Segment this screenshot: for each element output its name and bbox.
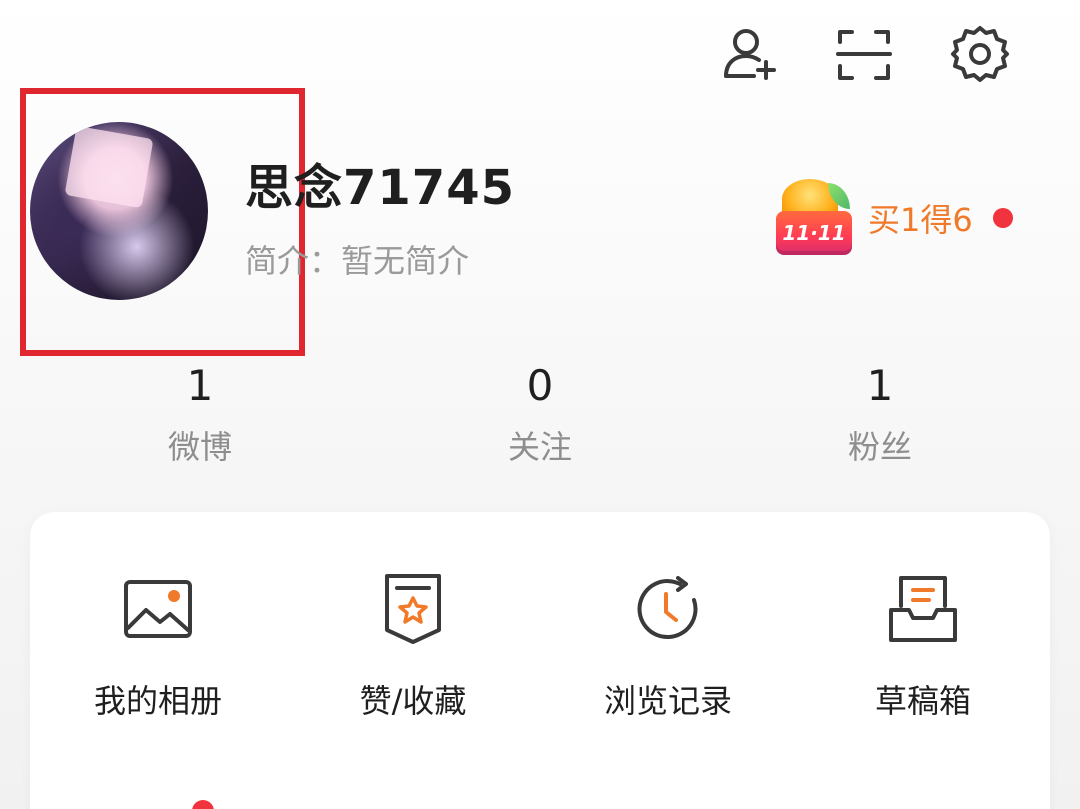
profile-page: 思念71745 简介：暂无简介 11·11 买1得6 1 微博 0 关注 1 粉…: [0, 0, 1080, 809]
tool-favorites-label: 赞/收藏: [359, 682, 467, 720]
tool-drafts-label: 草稿箱: [874, 682, 971, 720]
add-friend-icon[interactable]: [720, 24, 780, 84]
stat-posts-label: 微博: [167, 428, 232, 466]
stat-posts[interactable]: 1 微博: [90, 362, 310, 468]
bio-text[interactable]: 简介：暂无简介: [245, 236, 469, 282]
stat-posts-value: 1: [186, 361, 214, 410]
promo-banner[interactable]: 11·11 买1得6: [772, 178, 1013, 258]
stat-following[interactable]: 0 关注: [430, 362, 650, 468]
history-icon: [628, 570, 708, 650]
photo-album-icon: [118, 570, 198, 650]
favorites-icon: [373, 570, 453, 650]
tool-history[interactable]: 浏览记录: [568, 570, 768, 722]
stat-following-label: 关注: [507, 428, 572, 466]
drafts-icon: [883, 570, 963, 650]
tool-photo-album[interactable]: 我的相册: [58, 570, 258, 722]
badge-text: 11·11: [776, 211, 852, 255]
stat-followers[interactable]: 1 粉丝: [770, 362, 990, 468]
avatar-highlight-box: [20, 88, 305, 356]
double-eleven-badge-icon: 11·11: [772, 179, 854, 257]
nickname[interactable]: 思念71745: [245, 148, 515, 218]
tool-drafts[interactable]: 草稿箱: [823, 570, 1023, 722]
promo-red-dot: [992, 208, 1013, 228]
settings-icon[interactable]: [950, 24, 1010, 84]
stat-following-value: 0: [526, 361, 554, 410]
tool-favorites[interactable]: 赞/收藏: [313, 570, 513, 722]
tool-history-label: 浏览记录: [603, 682, 732, 720]
tool-photo-album-label: 我的相册: [93, 682, 222, 720]
stat-followers-value: 1: [866, 361, 894, 410]
stat-followers-label: 粉丝: [847, 428, 912, 466]
promo-label: 买1得6: [868, 201, 973, 239]
scan-icon[interactable]: [834, 24, 894, 84]
